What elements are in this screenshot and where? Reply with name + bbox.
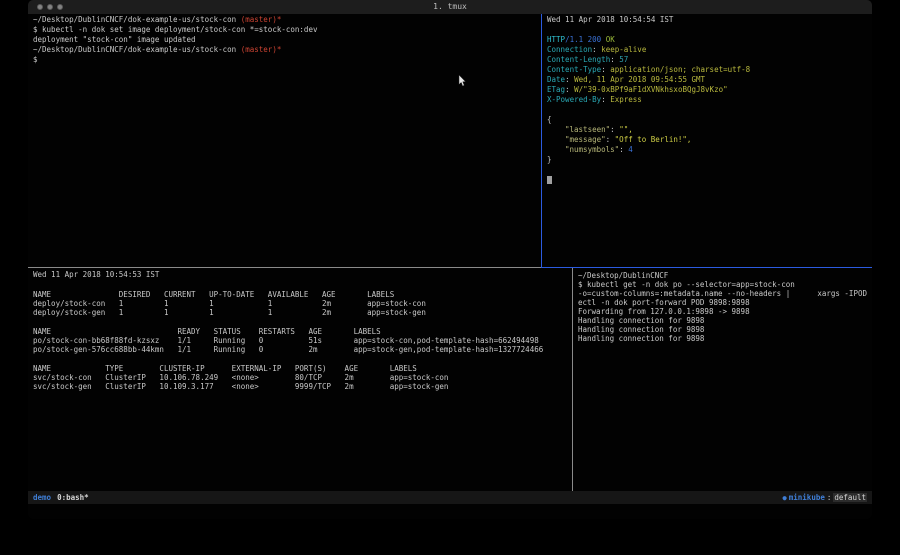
- pane-divider-horizontal-left[interactable]: [28, 267, 541, 268]
- close-button[interactable]: [37, 4, 43, 10]
- window-titlebar[interactable]: 1. tmux: [28, 0, 872, 14]
- prompt-path-line: ~/Desktop/DublinCNCF/dok-example-us/stoc…: [33, 45, 317, 55]
- tmux-session-name: demo: [33, 493, 51, 502]
- http-response-top-right: Wed 11 Apr 2018 10:54:54 IST HTTP/1.1 20…: [547, 15, 750, 185]
- http-header: ETag: W/"39-0xBPf9aF1dXVNkhsxoBQgJ8vKzo": [547, 85, 750, 95]
- zoom-button[interactable]: [57, 4, 63, 10]
- command-output: deployment "stock-con" image updated: [33, 35, 317, 45]
- json-entry: "message": "Off to Berlin!",: [547, 135, 750, 145]
- json-open-brace: {: [547, 115, 750, 125]
- kubectl-watch-output: Wed 11 Apr 2018 10:54:53 IST NAME DESIRE…: [33, 270, 543, 391]
- git-branch: (master)*: [241, 45, 282, 54]
- tmux-window-item[interactable]: 0:bash*: [57, 493, 89, 502]
- kube-separator: :: [827, 493, 832, 502]
- timestamp: Wed 11 Apr 2018 10:54:54 IST: [547, 15, 750, 25]
- http-status-line: HTTP/1.1 200 OK: [547, 35, 750, 45]
- deployments-table: NAME DESIRED CURRENT UP-TO-DATE AVAILABL…: [33, 290, 543, 317]
- shell-prompt: $: [33, 55, 317, 65]
- http-header: X-Powered-By: Express: [547, 95, 750, 105]
- http-header: Content-Type: application/json; charset=…: [547, 65, 750, 75]
- pane-divider-vertical-top-active[interactable]: [541, 14, 542, 267]
- window-title: 1. tmux: [28, 0, 872, 14]
- pods-table: NAME READY STATUS RESTARTS AGE LABELS po…: [33, 327, 543, 354]
- services-table: NAME TYPE CLUSTER-IP EXTERNAL-IP PORT(S)…: [33, 364, 543, 391]
- terminal-window: 1. tmux ~/Desktop/DublinCNCF/dok-example…: [28, 0, 872, 519]
- http-header: Date: Wed, 11 Apr 2018 09:54:55 GMT: [547, 75, 750, 85]
- port-forward-lines: ~/Desktop/DublinCNCF $ kubectl get -n do…: [578, 271, 872, 343]
- json-close-brace: }: [547, 155, 750, 165]
- command-line: $ kubectl -n dok set image deployment/st…: [33, 25, 317, 35]
- json-entry: "numsymbols": 4: [547, 145, 750, 155]
- mouse-cursor-icon: [458, 75, 466, 87]
- tmux-content: ~/Desktop/DublinCNCF/dok-example-us/stoc…: [28, 14, 872, 491]
- port-forward-output: ~/Desktop/DublinCNCF $ kubectl get -n do…: [578, 271, 872, 343]
- kubernetes-icon: ●: [783, 494, 787, 502]
- http-header: Content-Length: 57: [547, 55, 750, 65]
- minimize-button[interactable]: [47, 4, 53, 10]
- traffic-lights: [37, 4, 63, 10]
- terminal-cursor: [547, 176, 552, 184]
- pane-divider-vertical-bottom[interactable]: [572, 268, 573, 491]
- tmux-status-right: ● minikube : default: [783, 493, 867, 502]
- kube-namespace: default: [833, 493, 867, 502]
- pane-divider-horizontal-right-active[interactable]: [541, 267, 872, 268]
- cursor-line: [547, 175, 750, 185]
- http-header: Connection: keep-alive: [547, 45, 750, 55]
- kube-context: minikube: [789, 493, 825, 502]
- tmux-status-bar: demo 0:bash* ● minikube : default: [28, 491, 872, 504]
- shell-output-top-left: ~/Desktop/DublinCNCF/dok-example-us/stoc…: [33, 15, 317, 65]
- git-branch: (master)*: [241, 15, 282, 24]
- json-entry: "lastseen": "",: [547, 125, 750, 135]
- timestamp: Wed 11 Apr 2018 10:54:53 IST: [33, 270, 543, 280]
- prompt-path-line: ~/Desktop/DublinCNCF/dok-example-us/stoc…: [33, 15, 317, 25]
